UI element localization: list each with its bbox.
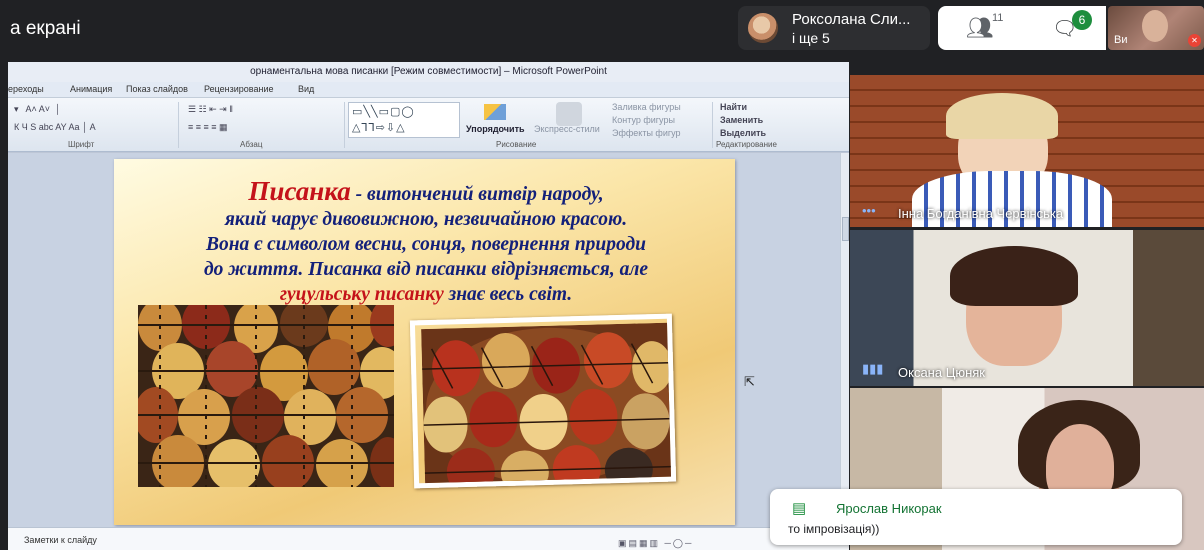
shape-outline-button[interactable]: Контур фигуры (612, 115, 675, 125)
slide-line-5: гуцульську писанку знає весь світ. (136, 282, 716, 307)
slide-line-4: до життя. Писанка від писанки відрізняєт… (203, 259, 649, 280)
view-buttons[interactable]: ▣▤▦▥ ─◯─ (618, 538, 693, 549)
meet-window: а екрані Роксолана Сли... і ще 5 👥︎ 11 🗨… (0, 0, 1204, 550)
pysanky-eggs-image (138, 305, 394, 487)
shared-screen: орнаментальна мова писанки [Режим совмес… (8, 62, 849, 550)
meet-controls: 👥︎ 11 🗨︎ 6 (938, 6, 1106, 50)
presenter-more: і ще 5 (792, 30, 830, 46)
divider (178, 102, 179, 148)
tab-review[interactable]: Рецензирование (204, 84, 274, 94)
replace-button[interactable]: Заменить (720, 115, 763, 125)
divider (344, 102, 345, 148)
group-label-drawing: Рисование (496, 140, 537, 149)
font-size-controls[interactable]: ▾ A˄ A˅ │ (14, 104, 61, 115)
presenter-name: Роксолана Сли... (792, 11, 911, 28)
quick-styles-label[interactable]: Экспресс-стили (534, 124, 600, 134)
pysanky-photo-1 (138, 305, 394, 487)
people-icon[interactable]: 👥︎ (966, 15, 994, 41)
chat-sender: Ярослав Никорак (836, 501, 942, 516)
participant-name: Інна Богданівна Червінська (898, 206, 1064, 221)
tab-view[interactable]: Вид (298, 84, 314, 94)
egg-pattern (138, 305, 394, 487)
chat-message: то імпровізація)) (788, 522, 880, 536)
slide-line-1: Писанка - витончений витвір народу, (136, 176, 716, 207)
people-count: 11 (992, 12, 1004, 24)
pysanky-basket-image (421, 322, 676, 489)
arrange-icon (484, 104, 506, 120)
self-face (1142, 10, 1168, 42)
chat-badge: 6 (1072, 10, 1092, 30)
shape-gallery[interactable]: ▭╲╲▭▢◯ △⅂⅂⇨⇩△ (348, 102, 460, 138)
window-title: орнаментальна мова писанки [Режим совмес… (8, 62, 849, 82)
participant-hair (950, 246, 1078, 306)
participant-tile[interactable]: ••• Інна Богданівна Червінська (850, 75, 1204, 227)
more-options-icon[interactable]: ••• (862, 203, 876, 218)
tab-transitions[interactable]: ереходы (8, 84, 44, 94)
arrange-label: Упорядочить (466, 124, 525, 134)
participant-name: Оксана Цюняк (898, 365, 985, 380)
participant-tile[interactable]: ▮▮▮ Оксана Цюняк (850, 230, 1204, 386)
list-buttons[interactable]: ☰ ☷ ⇤ ⇥ ‖ (188, 104, 233, 115)
ribbon: ▾ A˄ A˅ │ К Ч S abc AY Aa │ A ☰ ☷ ⇤ ⇥ ‖ … (8, 98, 849, 152)
presenter-chip[interactable]: Роксолана Сли... і ще 5 (738, 6, 930, 50)
participant-hair (946, 93, 1058, 139)
tab-animation[interactable]: Анимация (70, 84, 112, 94)
chat-toast[interactable]: ▤ Ярослав Никорак то імпровізація)) (770, 489, 1182, 545)
group-label-editing: Редактирование (716, 140, 777, 149)
arrange-button[interactable]: Упорядочить (466, 104, 525, 138)
slide[interactable]: Писанка - витончений витвір народу, який… (114, 159, 735, 525)
shape-fill-button[interactable]: Заливка фигуры (612, 102, 681, 112)
slide-text: Писанка - витончений витвір народу, який… (136, 176, 716, 307)
notes-pane[interactable]: Заметки к слайду ▣▤▦▥ ─◯─ (8, 527, 849, 550)
slide-canvas: Писанка - витончений витвір народу, який… (8, 153, 840, 527)
slide-line-3: Вона є символом весни, сонця, повернення… (205, 234, 647, 255)
mic-off-icon: ✕ (1188, 34, 1201, 47)
group-label-font: Шрифт (68, 140, 95, 149)
quick-styles-icon[interactable] (556, 102, 582, 126)
chat-message-icon: ▤ (792, 500, 807, 517)
top-bar: а екрані Роксолана Сли... і ще 5 👥︎ 11 🗨… (0, 0, 1204, 56)
self-video-tile[interactable]: Ви ✕ (1108, 6, 1204, 50)
slide-line-5-text: знає весь світ. (443, 284, 573, 305)
slide-line-1-text: - витончений витвір народу, (350, 184, 604, 205)
notes-label: Заметки к слайду (24, 535, 97, 545)
ribbon-tabs: ереходы Анимация Показ слайдов Рецензиро… (8, 82, 849, 98)
avatar (748, 13, 778, 43)
divider (712, 102, 713, 148)
font-style-buttons[interactable]: К Ч S abc AY Aa │ A (14, 122, 96, 132)
slide-red-word-1: гуцульську (279, 284, 370, 305)
pysanky-photo-2 (409, 313, 677, 489)
presenting-label: а екрані (10, 18, 81, 39)
mouse-cursor-icon: ⇱ (744, 374, 755, 389)
slide-line-2: який чарує дивовижною, незвичайною красо… (224, 209, 628, 230)
slide-red-word-2: писанку (374, 284, 444, 305)
scrollbar-thumb[interactable] (842, 217, 849, 241)
shape-effects-button[interactable]: Эффекты фигур (612, 128, 681, 138)
select-button[interactable]: Выделить (720, 128, 766, 138)
slide-scrollbar[interactable] (840, 153, 849, 527)
group-label-paragraph: Абзац (240, 140, 263, 149)
self-label: Ви (1114, 34, 1128, 46)
speaking-indicator-icon: ▮▮▮ (862, 361, 884, 376)
tab-slideshow[interactable]: Показ слайдов (126, 84, 188, 94)
slide-title-word: Писанка (248, 176, 351, 206)
align-buttons[interactable]: ≡ ≡ ≡ ≡ ▦ (188, 122, 228, 133)
find-button[interactable]: Найти (720, 102, 747, 112)
